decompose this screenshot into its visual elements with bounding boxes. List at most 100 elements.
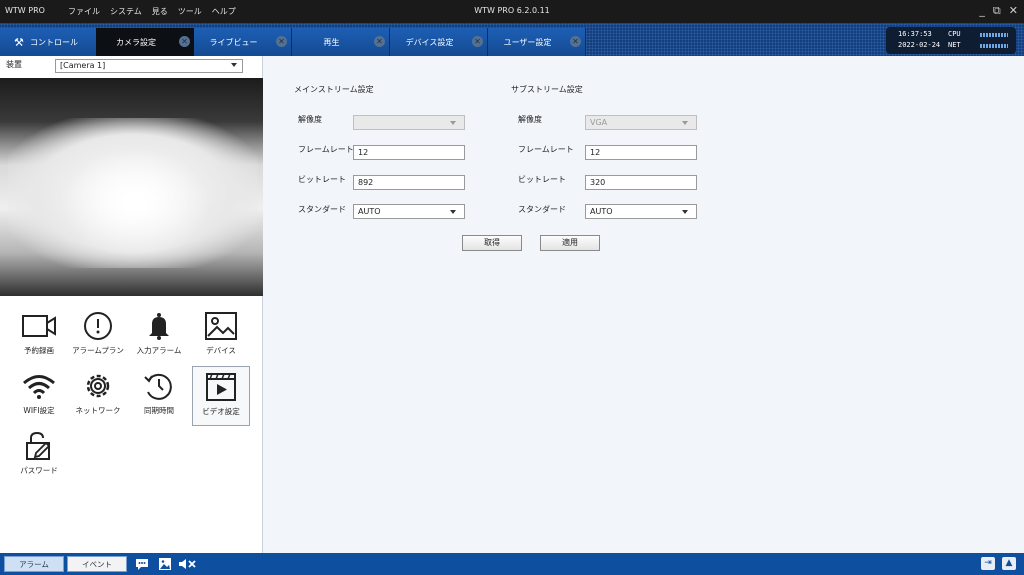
- device-select[interactable]: [Camera 1]: [55, 59, 243, 73]
- func-label: ネットワーク: [75, 406, 121, 415]
- sub-standard-label: スタンダード: [518, 205, 566, 214]
- main-standard-label: スタンダード: [298, 205, 346, 214]
- chat-icon[interactable]: [135, 557, 149, 571]
- bell-icon: [149, 313, 169, 340]
- title-bar: WTW PRO ファイル システム 見る ツール ヘルプ WTW PRO 6.2…: [0, 0, 1024, 23]
- event-button[interactable]: イベント: [67, 556, 127, 572]
- device-select-value: [Camera 1]: [60, 61, 106, 70]
- tab-close-icon[interactable]: ✕: [374, 36, 385, 47]
- tab-live-label: ライブビュー: [209, 38, 258, 47]
- func-label: パスワード: [20, 466, 58, 475]
- tab-device-label: デバイス設定: [405, 38, 454, 47]
- net-label: NET: [948, 41, 961, 49]
- camera-preview: [0, 78, 263, 296]
- sub-framerate-value: 12: [590, 148, 601, 157]
- sub-resolution-label: 解像度: [518, 115, 542, 124]
- tab-playback[interactable]: 再生 ✕: [292, 28, 390, 56]
- func-password[interactable]: パスワード: [10, 426, 68, 486]
- picture-icon[interactable]: [158, 557, 172, 571]
- chevron-down-icon: [682, 210, 688, 214]
- tab-close-icon[interactable]: ✕: [472, 36, 483, 47]
- sub-bitrate-label: ビットレート: [518, 175, 566, 184]
- clock-time: 16:37:53: [898, 30, 932, 38]
- tab-live-view[interactable]: ライブビュー ✕: [194, 28, 292, 56]
- tab-close-icon[interactable]: ✕: [276, 36, 287, 47]
- preview-redaction-highlight: [60, 148, 210, 258]
- func-label: アラームプラン: [72, 346, 124, 355]
- func-label: ビデオ設定: [202, 407, 240, 416]
- func-device[interactable]: デバイス: [192, 306, 250, 366]
- clock-date: 2022-02-24: [898, 41, 941, 49]
- left-panel: 装置 [Camera 1] 予約録画 アラームプラン 入力アラーム デバイス W…: [0, 56, 263, 553]
- func-label: 予約録画: [24, 346, 54, 355]
- func-wifi-settings[interactable]: WIFI設定: [10, 366, 68, 426]
- alert-circle-icon: [84, 312, 112, 340]
- func-network[interactable]: ネットワーク: [69, 366, 127, 426]
- main-bitrate-input[interactable]: 892: [353, 175, 465, 190]
- func-sync-time[interactable]: 同期時間: [130, 366, 188, 426]
- chevron-down-icon: [450, 210, 456, 214]
- func-input-alarm[interactable]: 入力アラーム: [130, 306, 188, 366]
- mute-icon[interactable]: [178, 557, 198, 571]
- func-label: 同期時間: [144, 406, 174, 415]
- main-framerate-input[interactable]: 12: [353, 145, 465, 160]
- main-stream-title: メインストリーム設定: [294, 85, 374, 94]
- func-label: 入力アラーム: [136, 346, 182, 355]
- main-bitrate-label: ビットレート: [298, 175, 346, 184]
- cpu-meter: [980, 33, 1008, 37]
- tab-camera-label: カメラ設定: [116, 38, 156, 47]
- main-resolution-select[interactable]: [353, 115, 465, 130]
- close-icon[interactable]: ✕: [1009, 4, 1018, 18]
- tab-bar: ⚒ コントロール カメラ設定 ✕ ライブビュー ✕ 再生 ✕ デバイス設定 ✕ …: [0, 23, 1024, 56]
- minimize-icon[interactable]: _: [979, 4, 985, 18]
- main-standard-select[interactable]: AUTO: [353, 204, 465, 219]
- tab-playback-label: 再生: [323, 38, 340, 47]
- apply-button[interactable]: 適用: [540, 235, 600, 251]
- chevron-down-icon: [231, 63, 237, 67]
- expand-up-icon[interactable]: ▲: [1002, 557, 1016, 570]
- sub-standard-select[interactable]: AUTO: [585, 204, 697, 219]
- main-resolution-label: 解像度: [298, 115, 322, 124]
- tab-camera-settings[interactable]: カメラ設定 ✕: [96, 28, 194, 56]
- window-title: WTW PRO 6.2.0.11: [474, 6, 550, 15]
- sub-resolution-select[interactable]: VGA: [585, 115, 697, 130]
- func-video-settings[interactable]: ビデオ設定: [192, 366, 250, 426]
- sub-bitrate-input[interactable]: 320: [585, 175, 697, 190]
- video-settings-panel: メインストリーム設定 サブストリーム設定 解像度 フレームレート 12 ビットレ…: [264, 56, 1024, 553]
- tab-device-settings[interactable]: デバイス設定 ✕: [390, 28, 488, 56]
- func-schedule-recording[interactable]: 予約録画: [10, 306, 68, 366]
- restore-icon[interactable]: ⧉: [993, 4, 1001, 18]
- image-icon: [205, 312, 237, 340]
- main-framerate-value: 12: [358, 148, 369, 157]
- fetch-button[interactable]: 取得: [462, 235, 522, 251]
- gear-icon: [86, 374, 110, 398]
- dock-icon[interactable]: ⇥: [981, 557, 995, 570]
- wifi-icon: [23, 375, 55, 399]
- chevron-down-icon: [450, 121, 456, 125]
- device-label: 装置: [6, 60, 22, 69]
- sub-stream-title: サブストリーム設定: [511, 85, 583, 94]
- bottom-bar: アラーム イベント ⇥ ▲: [0, 553, 1024, 575]
- unlock-edit-icon: [26, 431, 51, 460]
- tab-close-icon[interactable]: ✕: [179, 36, 190, 47]
- main-bitrate-value: 892: [358, 178, 374, 187]
- main-framerate-label: フレームレート: [298, 145, 354, 154]
- sync-clock-icon: [144, 373, 172, 400]
- tab-control-label: コントロール: [30, 38, 78, 47]
- tab-user-settings[interactable]: ユーザー設定 ✕: [488, 28, 586, 56]
- clapperboard-icon: [206, 373, 236, 401]
- tab-close-icon[interactable]: ✕: [570, 36, 581, 47]
- sub-framerate-input[interactable]: 12: [585, 145, 697, 160]
- chevron-down-icon: [682, 121, 688, 125]
- status-clock: 16:37:53 2022-02-24 CPU NET: [886, 27, 1016, 54]
- alarm-button[interactable]: アラーム: [4, 556, 64, 572]
- func-label: デバイス: [206, 346, 236, 355]
- sub-bitrate-value: 320: [590, 178, 606, 187]
- sub-framerate-label: フレームレート: [518, 145, 574, 154]
- window-controls: _ ⧉ ✕: [979, 4, 1018, 18]
- video-camera-icon: [22, 315, 56, 337]
- func-label: WIFI設定: [23, 406, 55, 415]
- tab-control[interactable]: ⚒ コントロール: [0, 28, 96, 56]
- func-alarm-plan[interactable]: アラームプラン: [69, 306, 127, 366]
- main-standard-value: AUTO: [358, 207, 381, 216]
